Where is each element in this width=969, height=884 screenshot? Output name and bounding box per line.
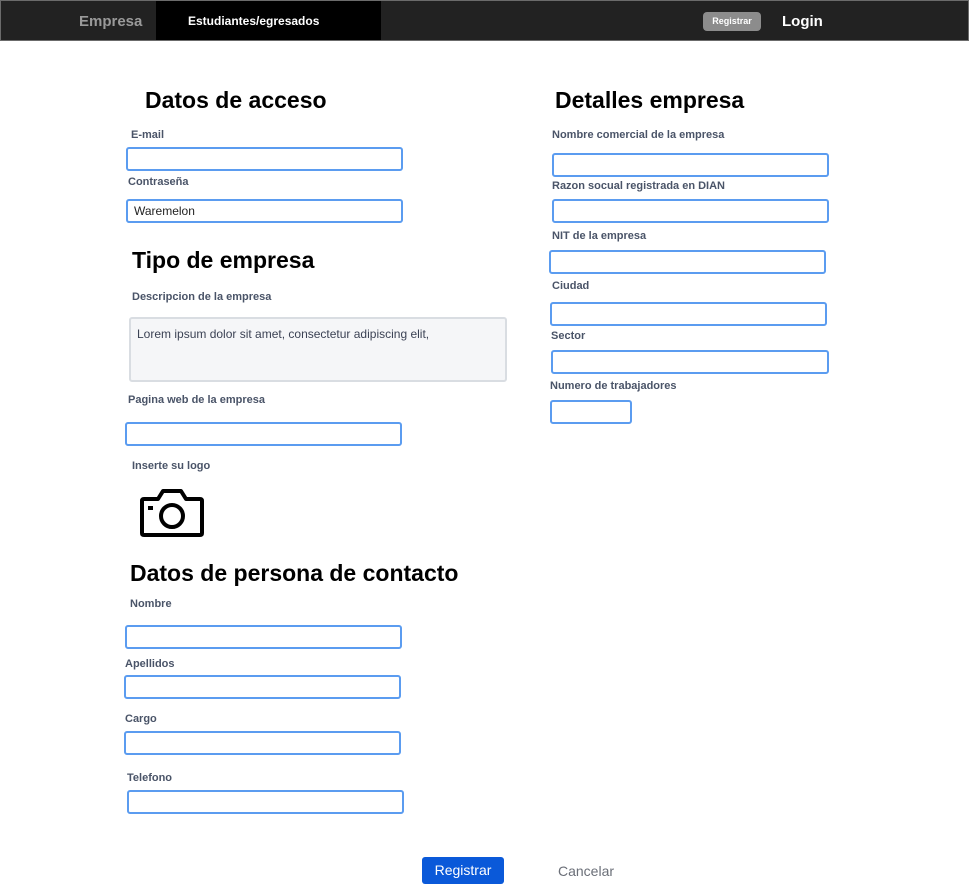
login-nav-button[interactable]: Login <box>782 13 823 30</box>
website-label: Pagina web de la empresa <box>128 394 265 406</box>
description-label: Descripcion de la empresa <box>132 291 272 303</box>
register-nav-button[interactable]: Registrar <box>703 12 761 31</box>
phone-label: Telefono <box>127 772 173 784</box>
details-section-heading: Detalles empresa <box>555 87 745 113</box>
legal-name-field[interactable] <box>552 199 829 223</box>
sector-label: Sector <box>551 330 586 342</box>
contact-section-heading: Datos de persona de contacto <box>130 560 459 586</box>
password-label: Contraseña <box>128 176 189 188</box>
nit-label: NIT de la empresa <box>552 230 647 242</box>
legal-name-label: Razon socual registrada en DIAN <box>552 180 725 192</box>
tab-estudiantes-egresados[interactable]: Estudiantes/egresados <box>156 1 381 40</box>
lastname-label: Apellidos <box>125 658 175 670</box>
phone-field[interactable] <box>127 790 404 814</box>
cancel-button[interactable]: Cancelar <box>558 863 614 879</box>
email-label: E-mail <box>131 129 165 141</box>
description-textarea[interactable]: Lorem ipsum dolor sit amet, consectetur … <box>129 317 507 382</box>
camera-icon[interactable] <box>138 487 206 539</box>
trade-name-field[interactable] <box>552 153 829 177</box>
tab-empresa[interactable]: Empresa <box>79 13 142 30</box>
workers-field[interactable] <box>550 400 632 424</box>
lastname-field[interactable] <box>124 675 401 699</box>
logo-label: Inserte su logo <box>132 460 211 472</box>
email-field[interactable] <box>126 147 403 171</box>
website-field[interactable] <box>125 422 402 446</box>
nit-field[interactable] <box>549 250 826 274</box>
access-section-heading: Datos de acceso <box>145 87 327 113</box>
role-label: Cargo <box>125 713 157 725</box>
name-label: Nombre <box>130 598 172 610</box>
role-field[interactable] <box>124 731 401 755</box>
sector-field[interactable] <box>551 350 829 374</box>
city-field[interactable] <box>550 302 827 326</box>
top-navigation-bar: Empresa Estudiantes/egresados Registrar … <box>0 0 969 41</box>
name-field[interactable] <box>125 625 402 649</box>
tab-estudiantes-label: Estudiantes/egresados <box>188 14 320 28</box>
city-label: Ciudad <box>552 280 590 292</box>
trade-name-label: Nombre comercial de la empresa <box>552 129 725 141</box>
company-type-heading: Tipo de empresa <box>132 247 315 273</box>
submit-button[interactable]: Registrar <box>422 857 504 884</box>
workers-label: Numero de trabajadores <box>550 380 677 392</box>
password-field[interactable] <box>126 199 403 223</box>
